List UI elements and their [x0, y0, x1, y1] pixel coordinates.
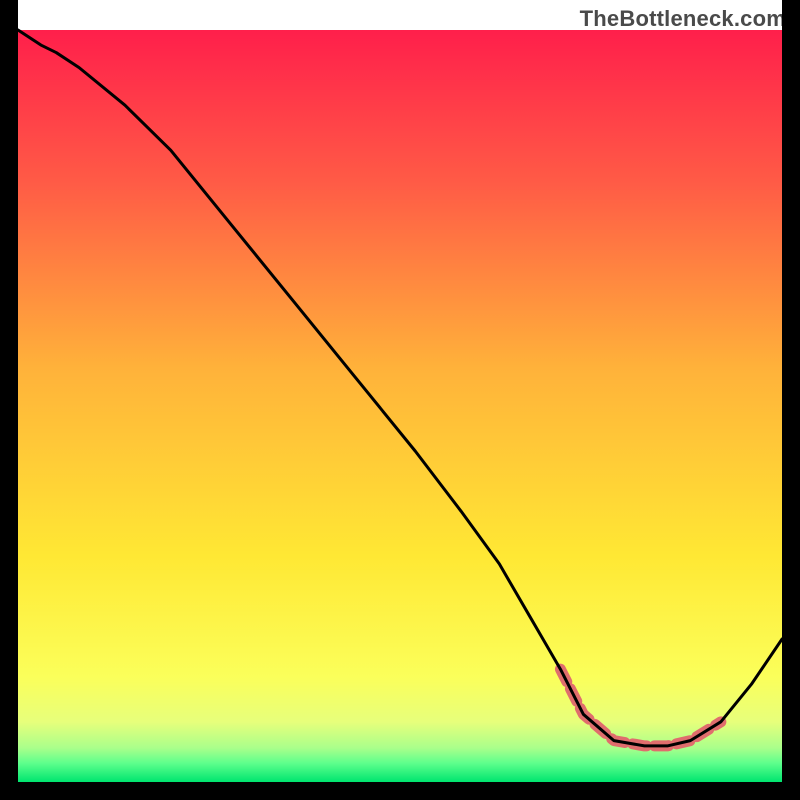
axis-right: [782, 0, 800, 800]
bottleneck-chart: [0, 0, 800, 800]
axis-left: [0, 0, 18, 800]
axis-bottom: [0, 782, 800, 800]
gradient-panel: [18, 30, 782, 782]
chart-canvas: TheBottleneck.com: [0, 0, 800, 800]
